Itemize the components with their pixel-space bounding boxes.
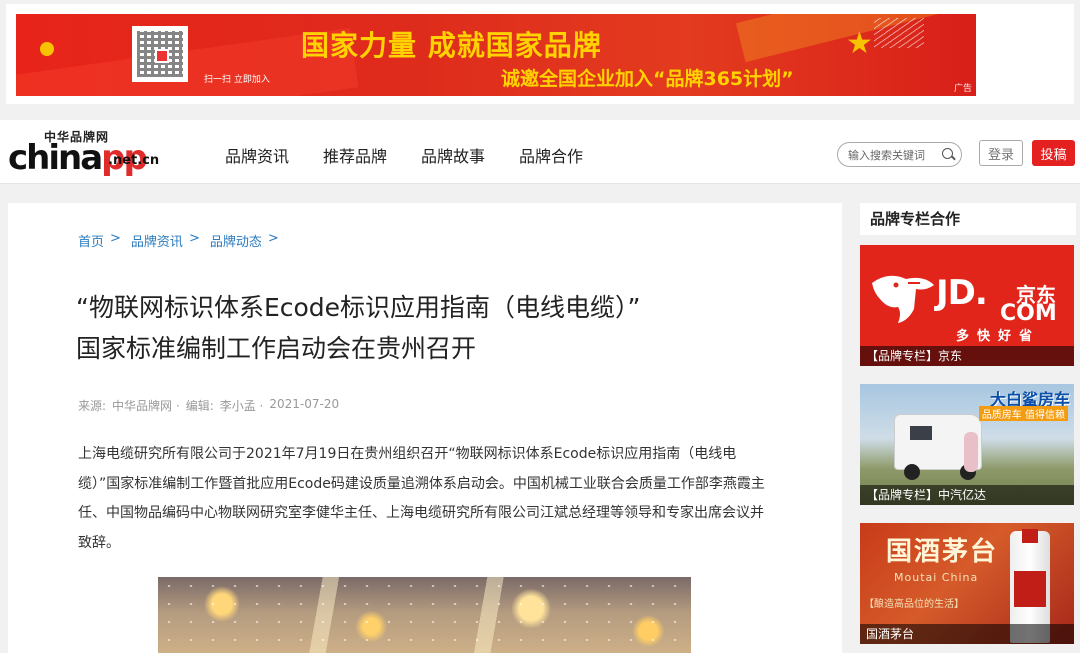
search-box [837,142,962,167]
breadcrumb-home[interactable]: 首页 [78,231,104,250]
breadcrumb-separator: > [110,231,121,246]
meta-source: 中华品牌网 · [112,399,180,413]
card-caption: 【品牌专栏】中汽亿达 [860,485,1074,505]
submit-article-button[interactable]: 投稿 [1032,140,1075,166]
qr-label: 扫一扫 立即加入 [204,75,270,85]
jd-slogan: 多快好省 [956,329,1041,344]
card-caption: 【品牌专栏】京东 [860,346,1074,366]
nav-brand-cooperation[interactable]: 品牌合作 [519,143,583,167]
sidebar-card-rv[interactable]: 大白鲨房车 品质房车 值得信赖 【品牌专栏】中汽亿达 [860,384,1074,505]
jd-dog-icon [872,275,934,323]
sidebar-card-jd[interactable]: JD. 京东 COM 多快好省 【品牌专栏】京东 [860,245,1074,366]
main-nav: 品牌资讯 推荐品牌 品牌故事 品牌合作 [225,143,583,167]
nav-brand-news[interactable]: 品牌资讯 [225,143,289,167]
ad-label: 广告 [953,84,972,94]
meta-editor: 李小孟 · [219,399,264,413]
article-title: “物联网标识体系Ecode标识应用指南（电线电缆）” 国家标准编制工作启动会在贵… [76,287,776,369]
shooting-lines-icon [874,18,924,48]
banner-subtitle: 诚邀全国企业加入“品牌365计划” [501,68,794,90]
breadcrumb-separator: > [267,231,279,246]
jd-logo: JD. [936,273,988,313]
top-ad-area: 扫一扫 立即加入 国家力量 成就国家品牌 诚邀全国企业加入“品牌365计划” ★… [6,4,1074,104]
banner-title: 国家力量 成就国家品牌 [301,29,602,62]
ad-banner[interactable]: 扫一扫 立即加入 国家力量 成就国家品牌 诚邀全国企业加入“品牌365计划” ★… [16,14,976,96]
breadcrumb-brand-news[interactable]: 品牌资讯 [131,231,183,250]
article-title-line1: “物联网标识体系Ecode标识应用指南（电线电缆）” [76,293,641,322]
logo-china-text: china [8,138,103,178]
breadcrumb: 首页 > 品牌资讯 > 品牌动态 > [78,231,283,250]
meta-source-label: 来源: [78,399,107,413]
qr-code-icon [132,26,188,82]
search-input[interactable] [848,146,940,164]
nav-recommended-brands[interactable]: 推荐品牌 [323,143,387,167]
moutai-english: Moutai China [894,571,979,584]
search-icon[interactable] [942,148,953,159]
sidebar: 品牌专栏合作 JD. 京东 COM 多快好省 【品牌专栏】京东 大白鲨房车 品质… [860,203,1076,653]
banner-ball-icon [40,42,54,56]
moutai-slogan: 【酿造高品位的生活】 [864,599,964,610]
breadcrumb-separator: > [188,231,200,246]
article-meta: 来源: 中华品牌网 · 编辑: 李小孟 · 2021-07-20 [78,397,339,414]
meta-date: 2021-07-20 [269,397,340,411]
site-header: 中华品牌网 chinapp .net.cn 品牌资讯 推荐品牌 品牌故事 品牌合… [0,120,1080,184]
rv-person [964,432,978,472]
rv-subtitle: 品质房车 值得信赖 [978,406,1068,421]
article-panel: 首页 > 品牌资讯 > 品牌动态 > “物联网标识体系Ecode标识应用指南（电… [8,203,842,653]
jd-com-text: COM [1000,301,1057,326]
sidebar-card-moutai[interactable]: 国酒茅台 Moutai China 【酿造高品位的生活】 国酒茅台 [860,523,1074,644]
star-icon: ★ [846,26,873,61]
nav-brand-stories[interactable]: 品牌故事 [421,143,485,167]
article-photo [158,577,691,653]
breadcrumb-brand-dynamics[interactable]: 品牌动态 [210,231,262,250]
logo-suffix: .net.cn [108,153,160,168]
rv-window [910,426,932,440]
rv-wheel [904,464,920,480]
login-button[interactable]: 登录 [979,140,1023,166]
sidebar-title: 品牌专栏合作 [860,203,1076,235]
moutai-title: 国酒茅台 [886,537,999,567]
article-title-line2: 国家标准编制工作启动会在贵州召开 [76,334,477,363]
card-caption: 国酒茅台 [860,624,1074,644]
article-paragraph: 上海电缆研究所有限公司于2021年7月19日在贵州组织召开“物联网标识体系Eco… [78,446,765,551]
meta-editor-label: 编辑: [185,399,214,413]
